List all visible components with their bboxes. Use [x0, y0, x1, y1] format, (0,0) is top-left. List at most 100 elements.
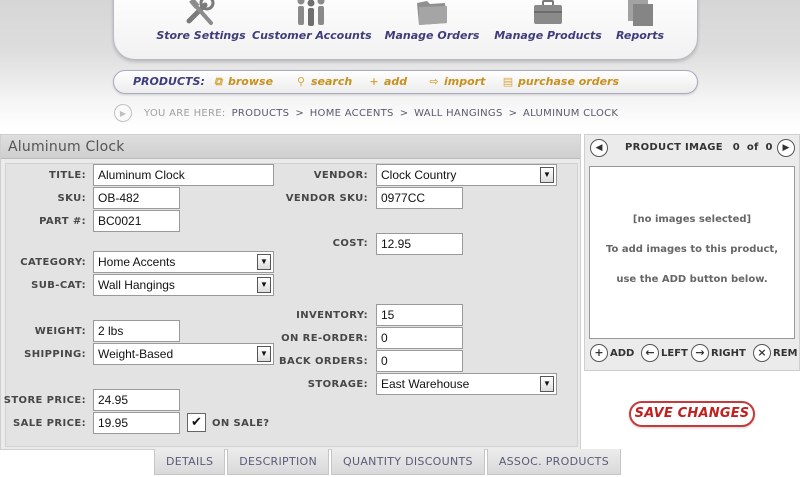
- title-input[interactable]: Aluminum Clock: [93, 164, 274, 186]
- sku-label: SKU:: [57, 193, 86, 204]
- pages-icon: [612, 0, 668, 27]
- sku-input[interactable]: OB-482: [93, 187, 180, 209]
- panel-title-bar: Aluminum Clock: [1, 135, 580, 159]
- image-header: ◀ PRODUCT IMAGE 0 of 0 ▶: [585, 135, 799, 161]
- close-icon: ×: [753, 344, 771, 362]
- tools-icon: [156, 0, 246, 27]
- weight-input[interactable]: 2 lbs: [93, 320, 180, 342]
- subnav-purchase-orders[interactable]: ▤ purchase orders: [502, 75, 619, 88]
- save-changes-button[interactable]: SAVE CHANGES: [629, 401, 755, 427]
- product-image-panel: ◀ PRODUCT IMAGE 0 of 0 ▶ [no images sele…: [584, 134, 800, 371]
- cost-input[interactable]: 12.95: [376, 233, 463, 255]
- breadcrumb-prefix: YOU ARE HERE:: [144, 107, 226, 119]
- tab-details[interactable]: DETAILS: [154, 449, 226, 475]
- category-label: CATEGORY:: [20, 257, 86, 268]
- back-orders-label: BACK ORDERS:: [279, 356, 368, 367]
- sale-price-label: SALE PRICE:: [13, 418, 86, 429]
- right-label: RIGHT: [711, 347, 746, 359]
- products-subnav: PRODUCTS: ⧉ browse ⚲ search + add ⇨ import ▤…: [113, 70, 698, 94]
- people-icon: [252, 0, 370, 27]
- image-help-1: To add images to this product,: [606, 244, 778, 255]
- image-help-2: use the ADD button below.: [616, 274, 768, 285]
- main-nav: Store Settings Customer Accounts Manage …: [113, 0, 698, 60]
- vendor-select[interactable]: Clock Country ▼: [376, 164, 557, 186]
- category-value: Home Accents: [98, 255, 176, 269]
- sale-price-input[interactable]: 19.95: [93, 412, 180, 434]
- image-total: 0: [765, 142, 773, 153]
- inventory-input[interactable]: 15: [376, 304, 463, 326]
- chevron-down-icon: ▼: [257, 346, 271, 362]
- breadcrumb-item-wall-hangings[interactable]: WALL HANGINGS: [414, 108, 503, 119]
- tab-assoc-products[interactable]: ASSOC. PRODUCTS: [486, 449, 621, 475]
- document-icon: ▤: [502, 75, 514, 88]
- shipping-value: Weight-Based: [98, 347, 174, 361]
- tab-description[interactable]: DESCRIPTION: [227, 449, 330, 475]
- page-title: Aluminum Clock: [8, 139, 125, 155]
- nav-reports[interactable]: Reports: [612, 0, 668, 42]
- briefcase-icon: [494, 0, 602, 27]
- browse-icon: ⧉: [214, 75, 222, 88]
- storage-select[interactable]: East Warehouse ▼: [376, 373, 557, 395]
- subnav-browse[interactable]: ⧉ browse: [212, 75, 273, 89]
- subnav-import-label: import: [444, 75, 486, 88]
- subnav-import[interactable]: ⇨ import: [428, 75, 485, 88]
- back-orders-input[interactable]: 0: [376, 350, 463, 372]
- title-label: TITLE:: [49, 170, 86, 181]
- nav-label: Reports: [615, 29, 665, 42]
- on-reorder-input[interactable]: 0: [376, 327, 463, 349]
- product-tabs: DETAILS DESCRIPTION QUANTITY DISCOUNTS A…: [154, 449, 623, 475]
- subnav-search[interactable]: ⚲ search: [295, 75, 352, 88]
- on-reorder-label: ON RE-ORDER:: [281, 333, 368, 344]
- image-counter: PRODUCT IMAGE 0 of 0: [625, 142, 773, 153]
- next-image-icon[interactable]: ▶: [777, 139, 795, 157]
- nav-label: Customer Accounts: [252, 29, 372, 42]
- subnav-add[interactable]: + add: [368, 75, 407, 88]
- move-right-button[interactable]: → RIGHT: [691, 344, 746, 362]
- nav-store-settings[interactable]: Store Settings: [156, 0, 246, 42]
- add-image-button[interactable]: + ADD: [590, 344, 634, 362]
- left-label: LEFT: [661, 347, 688, 359]
- store-price-input[interactable]: 24.95: [93, 389, 180, 411]
- category-select[interactable]: Home Accents ▼: [93, 251, 274, 273]
- nav-label: Manage Products: [494, 29, 602, 42]
- part-label: PART #:: [39, 216, 86, 227]
- image-empty-msg: [no images selected]: [632, 214, 752, 225]
- breadcrumb-separator: >: [508, 107, 518, 119]
- breadcrumb-item-products[interactable]: PRODUCTS: [232, 108, 290, 119]
- play-icon: ▶: [114, 104, 132, 122]
- nav-customer-accounts[interactable]: Customer Accounts: [252, 0, 372, 42]
- arrow-left-icon: ←: [641, 344, 659, 362]
- breadcrumb-separator: >: [399, 107, 409, 119]
- shipping-label: SHIPPING:: [24, 349, 86, 360]
- import-arrow-icon: ⇨: [429, 75, 439, 88]
- image-of: of: [746, 142, 759, 153]
- subcat-select[interactable]: Wall Hangings ▼: [93, 274, 274, 296]
- nav-label: Store Settings: [156, 29, 246, 42]
- nav-manage-orders[interactable]: Manage Orders: [382, 0, 482, 42]
- move-left-button[interactable]: ← LEFT: [641, 344, 688, 362]
- image-title: PRODUCT IMAGE: [625, 142, 723, 153]
- breadcrumb: ▶ YOU ARE HERE: PRODUCTS > HOME ACCENTS …: [114, 103, 618, 123]
- breadcrumb-separator: >: [295, 107, 304, 119]
- shipping-select[interactable]: Weight-Based ▼: [93, 343, 274, 365]
- subcat-value: Wall Hangings: [98, 278, 175, 292]
- chevron-down-icon: ▼: [257, 277, 271, 293]
- subcat-label: SUB-CAT:: [31, 280, 86, 291]
- image-index: 0: [732, 142, 741, 153]
- vendor-sku-input[interactable]: 0977CC: [376, 187, 463, 209]
- folder-icon: [382, 0, 482, 27]
- on-sale-checkbox[interactable]: ✔: [187, 413, 206, 432]
- inventory-label: INVENTORY:: [296, 310, 368, 321]
- breadcrumb-item-home-accents[interactable]: HOME ACCENTS: [310, 108, 394, 119]
- vendor-label: VENDOR:: [313, 170, 368, 181]
- remove-image-button[interactable]: × REM: [753, 344, 797, 362]
- subnav-search-label: search: [311, 75, 353, 88]
- storage-value: East Warehouse: [381, 377, 470, 391]
- part-number-input[interactable]: BC0021: [93, 210, 180, 232]
- prev-image-icon[interactable]: ◀: [590, 139, 608, 157]
- weight-label: WEIGHT:: [34, 326, 86, 337]
- nav-manage-products[interactable]: Manage Products: [494, 0, 602, 42]
- storage-label: STORAGE:: [307, 379, 368, 390]
- tab-quantity-discounts[interactable]: QUANTITY DISCOUNTS: [331, 449, 485, 475]
- image-tools: + ADD ← LEFT → RIGHT × REM: [589, 344, 799, 366]
